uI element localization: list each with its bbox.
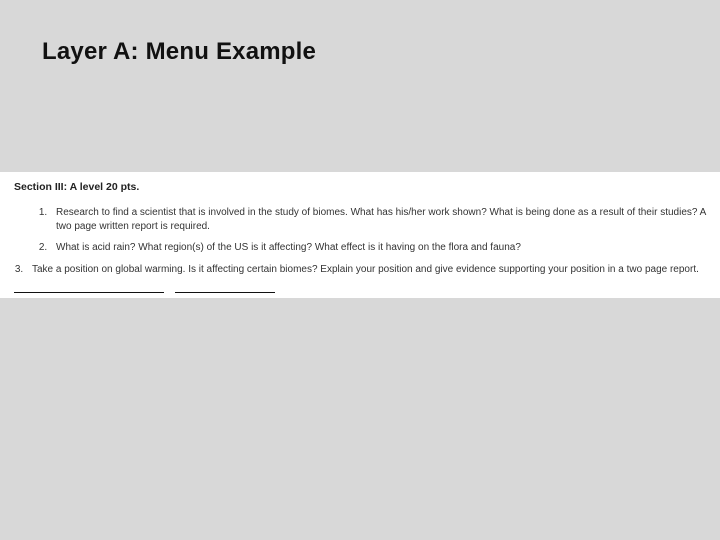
list-item: What is acid rain? What region(s) of the… [50, 241, 706, 255]
list-item-text: What is acid rain? What region(s) of the… [56, 242, 521, 253]
slide-title: Layer A: Menu Example [42, 38, 316, 66]
list-item: Research to find a scientist that is inv… [50, 206, 706, 233]
slide: Layer A: Menu Example Section III: A lev… [0, 0, 720, 540]
list-item-text: Research to find a scientist that is inv… [56, 207, 706, 232]
section-header: Section III: A level 20 pts. [14, 180, 706, 194]
list-item: Take a position on global warming. Is it… [26, 263, 706, 277]
embedded-document: Section III: A level 20 pts. Research to… [0, 172, 720, 298]
blank-line-segment [14, 284, 164, 293]
blank-line-segment [175, 284, 275, 293]
signature-line [14, 284, 706, 298]
question-list: Research to find a scientist that is inv… [14, 206, 706, 276]
list-item-text: Take a position on global warming. Is it… [32, 264, 699, 275]
